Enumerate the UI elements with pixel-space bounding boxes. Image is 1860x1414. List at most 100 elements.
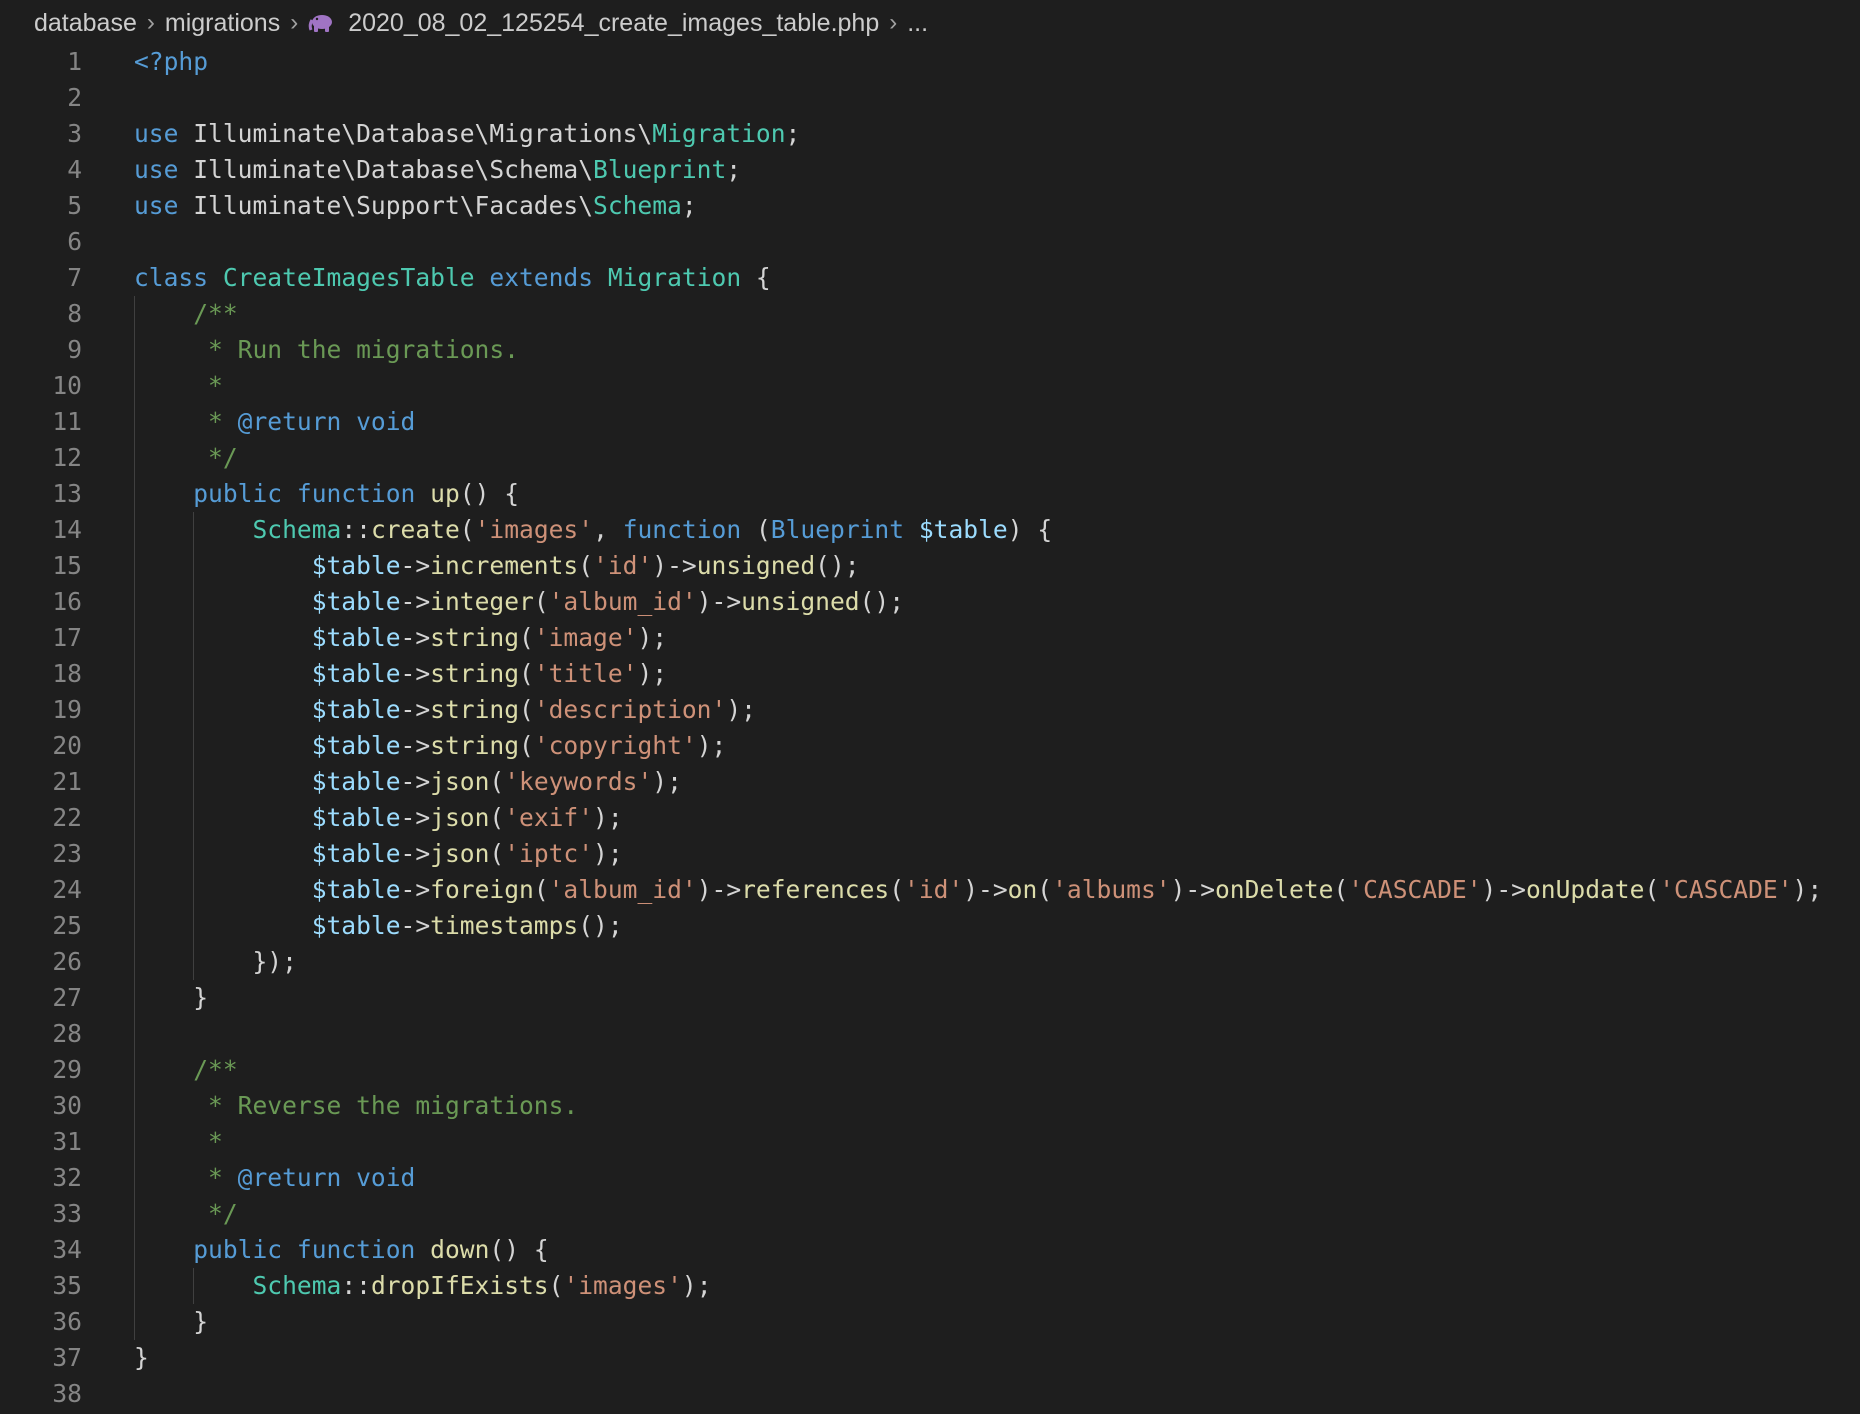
code-line[interactable]: 11 * @return void [0, 404, 1860, 440]
line-number: 30 [52, 1091, 82, 1120]
code-line[interactable]: 9 * Run the migrations. [0, 332, 1860, 368]
code-line[interactable]: 2 [0, 80, 1860, 116]
code-token: Blueprint [593, 155, 727, 184]
code-token: ( [489, 839, 505, 868]
code-line[interactable]: 21 $table->json('keywords'); [0, 764, 1860, 800]
line-number: 22 [52, 803, 82, 832]
code-token: }); [134, 947, 297, 976]
code-token: json [430, 839, 490, 868]
code-token: $table [918, 515, 1008, 544]
code-area[interactable]: 1 <?php 2 3 use Illuminate\Database\Migratio… [0, 44, 1860, 1414]
code-token: )-> [652, 551, 697, 580]
code-line[interactable]: 8 /** [0, 296, 1860, 332]
code-token: -> [400, 911, 431, 940]
code-token: ( [533, 587, 549, 616]
code-token: ( [533, 875, 549, 904]
code-line[interactable]: 35 Schema::dropIfExists('images'); [0, 1268, 1860, 1304]
code-line[interactable]: 13 public function up() { [0, 476, 1860, 512]
code-line[interactable]: 32 * @return void [0, 1160, 1860, 1196]
code-text: $table->string('title'); [134, 656, 667, 692]
code-line[interactable]: 37} [0, 1340, 1860, 1376]
code-line[interactable]: 28 [0, 1016, 1860, 1052]
code-line[interactable]: 12 */ [0, 440, 1860, 476]
breadcrumb-item-symbol[interactable]: ... [907, 9, 928, 38]
code-text: * Run the migrations. [134, 332, 519, 368]
code-line[interactable]: 29 /** [0, 1052, 1860, 1088]
line-number: 37 [52, 1343, 82, 1372]
code-line[interactable]: 26 }); [0, 944, 1860, 980]
code-token: )-> [963, 875, 1008, 904]
line-number: 26 [52, 947, 82, 976]
code-line[interactable]: 27 } [0, 980, 1860, 1016]
breadcrumb-item-file[interactable]: 2020_08_02_125254_create_images_table.ph… [348, 9, 879, 38]
code-line[interactable]: 14 Schema::create('images', function (Bl… [0, 512, 1860, 548]
code-line[interactable]: 3 use Illuminate\Database\Migrations\Migr… [0, 116, 1860, 152]
code-token: public [193, 479, 283, 508]
code-line[interactable]: 5 use Illuminate\Support\Facades\Schema; [0, 188, 1860, 224]
code-line[interactable]: 38 [0, 1376, 1860, 1412]
code-text: $table->json('exif'); [134, 800, 623, 836]
code-line[interactable]: 22 $table->json('exif'); [0, 800, 1860, 836]
code-token: 'id' [904, 875, 964, 904]
code-line[interactable]: 6 [0, 224, 1860, 260]
line-number: 23 [52, 839, 82, 868]
code-line[interactable]: 16 $table->integer('album_id')->unsigned… [0, 584, 1860, 620]
code-token: 'image' [533, 623, 638, 652]
line-number: 14 [52, 515, 82, 544]
code-text: } [134, 1304, 208, 1340]
code-line[interactable]: 4 use Illuminate\Database\Schema\Blueprin… [0, 152, 1860, 188]
code-text: use Illuminate\Database\Schema\Blueprint… [134, 152, 741, 188]
line-number: 1 [67, 47, 82, 76]
code-token: */ [193, 1199, 238, 1228]
code-editor[interactable]: database › migrations › 2020_08_02_12525… [0, 0, 1860, 1414]
code-token: * [193, 407, 238, 436]
code-line[interactable]: 34 public function down() { [0, 1232, 1860, 1268]
code-text: $table->json('keywords'); [134, 764, 682, 800]
code-token: ); [1792, 875, 1823, 904]
code-line[interactable]: 1 <?php [0, 44, 1860, 80]
code-token: () { [489, 1235, 549, 1264]
code-line[interactable]: 31 * [0, 1124, 1860, 1160]
breadcrumb-item-migrations[interactable]: migrations [165, 9, 280, 38]
line-number: 36 [52, 1307, 82, 1336]
code-line[interactable]: 25 $table->timestamps(); [0, 908, 1860, 944]
code-token: -> [400, 731, 431, 760]
code-line[interactable]: 7 class CreateImagesTable extends Migrati… [0, 260, 1860, 296]
code-token: ) { [1007, 515, 1053, 544]
code-line[interactable]: 24 $table->foreign('album_id')->referenc… [0, 872, 1860, 908]
code-line[interactable]: 17 $table->string('image'); [0, 620, 1860, 656]
line-number: 4 [67, 155, 82, 184]
code-line[interactable]: 36 } [0, 1304, 1860, 1340]
line-number: 8 [67, 299, 82, 328]
code-text: * Reverse the migrations. [134, 1088, 578, 1124]
code-text: */ [134, 1196, 238, 1232]
code-token: */ [193, 443, 238, 472]
line-number: 9 [67, 335, 82, 364]
code-line[interactable]: 23 $table->json('iptc'); [0, 836, 1860, 872]
code-line[interactable]: 20 $table->string('copyright'); [0, 728, 1860, 764]
code-token: Illuminate\Support\Facades\ [178, 191, 594, 220]
code-line[interactable]: 18 $table->string('title'); [0, 656, 1860, 692]
line-number: 31 [52, 1127, 82, 1156]
code-token: $table [311, 695, 401, 724]
code-token: $table [311, 911, 401, 940]
code-token: json [430, 803, 490, 832]
code-line[interactable]: 33 */ [0, 1196, 1860, 1232]
code-line[interactable]: 10 * [0, 368, 1860, 404]
line-number: 15 [52, 551, 82, 580]
code-token: -> [400, 587, 431, 616]
code-token: (); [815, 551, 860, 580]
code-line[interactable]: 15 $table->increments('id')->unsigned(); [0, 548, 1860, 584]
code-token: CreateImagesTable [222, 263, 475, 292]
breadcrumb-item-database[interactable]: database [34, 9, 137, 38]
code-line[interactable]: 19 $table->string('description'); [0, 692, 1860, 728]
code-line[interactable]: 30 * Reverse the migrations. [0, 1088, 1860, 1124]
